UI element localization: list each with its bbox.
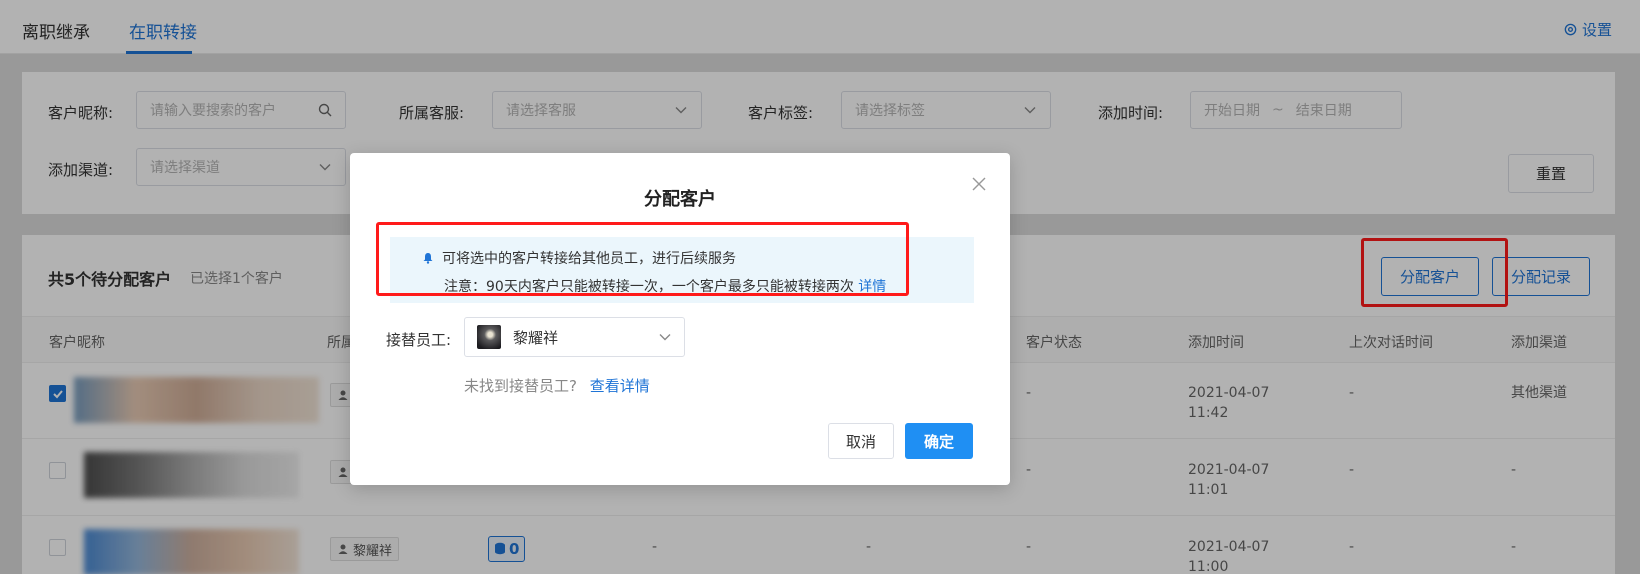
assign-customer-modal: 分配客户 可将选中的客户转接给其他员工，进行后续服务 注意：90天内客户只能被转…	[350, 153, 1010, 485]
highlight-box-notice	[376, 222, 909, 296]
help-text: 未找到接替员工?	[464, 377, 577, 395]
modal-title: 分配客户	[644, 189, 716, 210]
receiver-select[interactable]: 黎耀祥	[464, 317, 685, 357]
chevron-down-icon	[659, 334, 671, 341]
confirm-button[interactable]: 确定	[905, 423, 973, 459]
receiver-name: 黎耀祥	[513, 328, 559, 347]
receiver-label: 接替员工:	[386, 331, 452, 349]
avatar	[477, 325, 501, 349]
close-icon[interactable]	[970, 175, 988, 193]
receiver-help: 未找到接替员工? 查看详情	[464, 375, 650, 396]
cancel-button[interactable]: 取消	[828, 423, 894, 459]
help-detail-link[interactable]: 查看详情	[590, 377, 650, 395]
